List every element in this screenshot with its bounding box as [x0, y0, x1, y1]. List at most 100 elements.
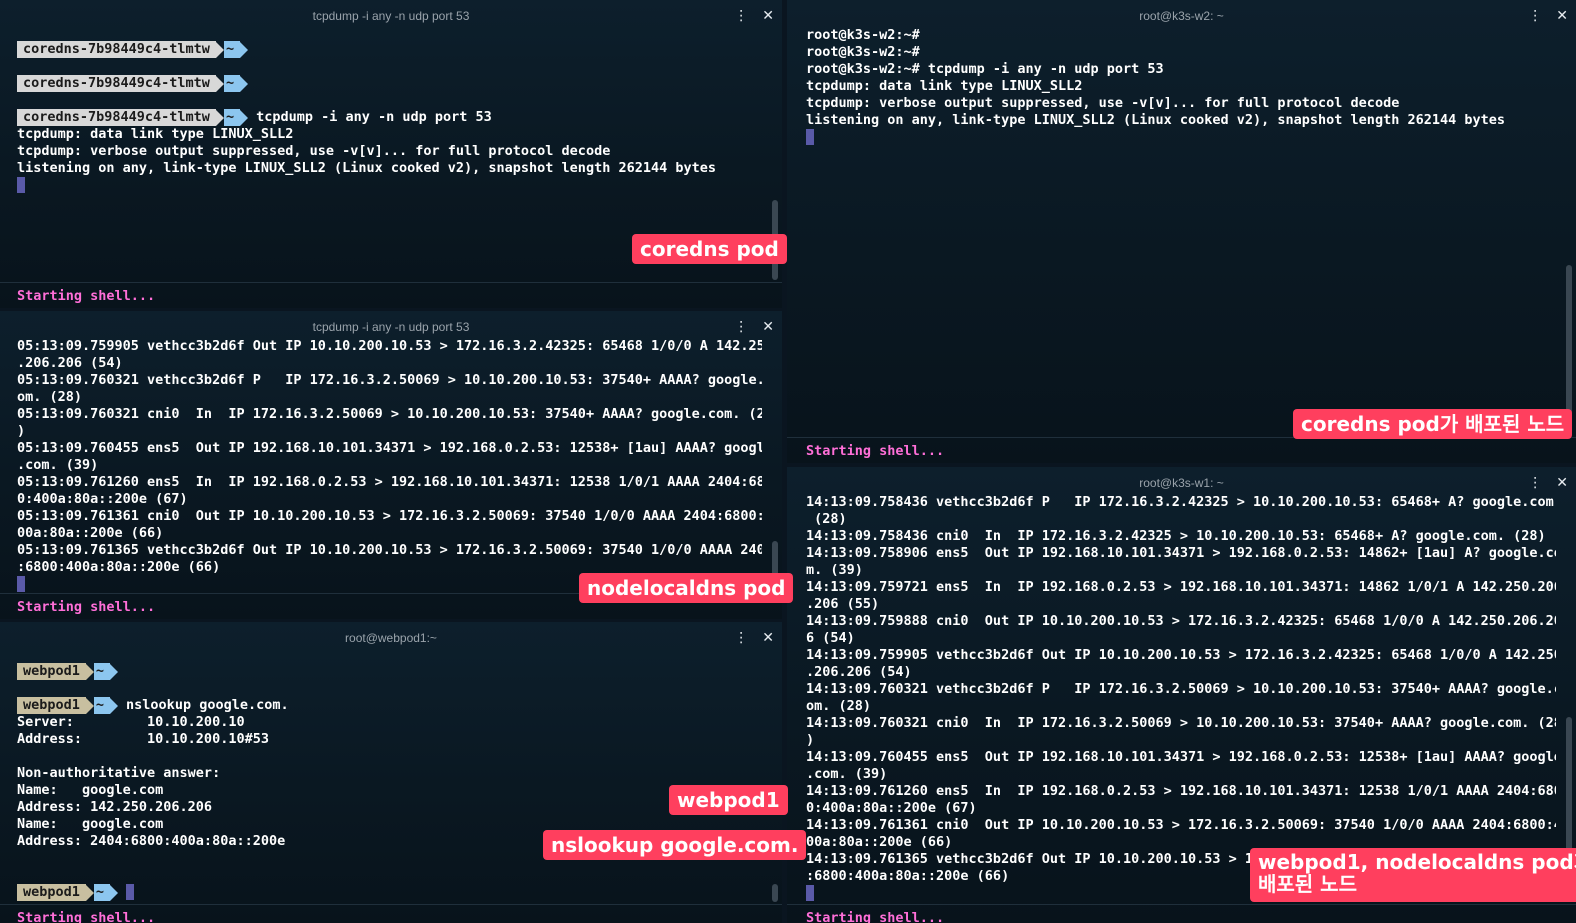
output-line: .206.206 (54): [17, 355, 123, 371]
pane-titlebar: tcpdump -i any -n udp port 53 ⋮ ✕: [0, 0, 782, 32]
close-icon[interactable]: ✕: [762, 0, 774, 32]
output-line: Name: google.com: [17, 782, 164, 798]
output-line: 00a:80a::200e (66): [17, 525, 164, 541]
output-line: .com. (39): [806, 766, 888, 782]
annotation-nodelocaldns-pod: nodelocaldns pod: [579, 573, 794, 603]
output-line: root@k3s-w2:~#: [806, 27, 920, 43]
output-line: Address: 10.10.200.10#53: [17, 731, 269, 747]
prompt-separator-icon: [240, 41, 249, 58]
output-line: tcpdump: data link type LINUX_SLL2: [806, 78, 1083, 94]
annotation-nslookup: nslookup google.com.: [543, 830, 807, 860]
prompt-host: coredns-7b98449c4-tlmtw: [17, 41, 216, 58]
pane-k3s-w2[interactable]: root@k3s-w2: ~ ⋮ ✕ root@k3s-w2:~# root@k…: [787, 0, 1576, 463]
output-line: listening on any, link-type LINUX_SLL2 (…: [17, 160, 716, 176]
prompt-separator-icon: [215, 75, 224, 92]
prompt-host: webpod1: [17, 697, 86, 714]
output-line: 14:13:09.759721 ens5 In IP 192.168.0.2.5…: [806, 579, 1556, 595]
text-cursor: [806, 129, 814, 145]
shell-prompt: coredns-7b98449c4-tlmtw ~ tcpdump -i any -…: [17, 109, 762, 126]
output-line: om. (28): [17, 389, 83, 405]
output-line: 05:13:09.760455 ens5 Out IP 192.168.10.1…: [17, 440, 762, 456]
terminal-output[interactable]: 14:13:09.758436 vethcc3b2d6f P IP 172.16…: [806, 494, 1556, 902]
text-cursor: [17, 576, 25, 592]
output-line: Address: 142.250.206.206: [17, 799, 213, 815]
annotation-coredns-node: coredns pod가 배포된 노드: [1293, 409, 1573, 439]
prompt-separator-icon: [110, 884, 119, 901]
output-line: 14:13:09.758436 cni0 In IP 172.16.3.2.42…: [806, 528, 1546, 544]
status-footer: Starting shell...: [787, 904, 1576, 923]
output-line: .com. (39): [17, 457, 99, 473]
output-line: ): [806, 732, 815, 748]
prompt-host: coredns-7b98449c4-tlmtw: [17, 109, 216, 126]
prompt-separator-icon: [240, 109, 249, 126]
output-line: ): [17, 423, 26, 439]
status-footer: Starting shell...: [0, 282, 782, 308]
annotation-coredns-pod: coredns pod: [632, 234, 787, 264]
terminal-output[interactable]: 05:13:09.759905 vethcc3b2d6f Out IP 10.1…: [17, 338, 762, 593]
prompt-dir: ~: [223, 41, 241, 58]
prompt-separator-icon: [215, 41, 224, 58]
output-line: Server: 10.10.200.10: [17, 714, 245, 730]
menu-icon[interactable]: ⋮: [734, 0, 748, 32]
text-cursor: [126, 884, 135, 900]
typed-command: tcpdump -i any -n udp port 53: [256, 109, 492, 125]
output-line: tcpdump: verbose output suppressed, use …: [17, 143, 611, 159]
terminal-output[interactable]: webpod1 ~ webpod1 ~ nslookup google.com. Se…: [17, 663, 762, 901]
shell-prompt: webpod1 ~: [17, 663, 762, 680]
prompt-dir: ~: [93, 884, 111, 901]
output-line: 0:400a:80a::200e (67): [806, 800, 977, 816]
output-line: 14:13:09.758906 ens5 Out IP 192.168.10.1…: [806, 545, 1556, 561]
status-footer: Starting shell...: [787, 437, 1576, 463]
annotation-webpod-node: webpod1, nodelocaldns pod가 배포된 노드: [1250, 848, 1576, 902]
prompt-host: coredns-7b98449c4-tlmtw: [17, 75, 216, 92]
prompt-separator-icon: [110, 697, 119, 714]
output-line: root@k3s-w2:~# tcpdump -i any -n udp por…: [806, 61, 1164, 77]
shell-prompt: webpod1 ~: [17, 884, 762, 901]
output-line: 05:13:09.759905 vethcc3b2d6f Out IP 10.1…: [17, 338, 762, 354]
output-line: 14:13:09.760321 vethcc3b2d6f P IP 172.16…: [806, 681, 1556, 697]
output-line: listening on any, link-type LINUX_SLL2 (…: [806, 112, 1505, 128]
prompt-separator-icon: [240, 75, 249, 92]
prompt-host: webpod1: [17, 884, 86, 901]
output-line: 14:13:09.761260 ens5 In IP 192.168.0.2.5…: [806, 783, 1556, 799]
prompt-separator-icon: [215, 109, 224, 126]
pane-title: root@k3s-w1: ~: [1139, 476, 1224, 490]
prompt-separator-icon: [85, 884, 94, 901]
output-line: tcpdump: verbose output suppressed, use …: [806, 95, 1400, 111]
pane-title: tcpdump -i any -n udp port 53: [312, 320, 470, 334]
prompt-dir: ~: [223, 109, 241, 126]
pane-titlebar: root@webpod1:~ ⋮ ✕: [0, 622, 782, 654]
pane-webpod1[interactable]: root@webpod1:~ ⋮ ✕ webpod1 ~ webpod1 ~ nslo…: [0, 622, 782, 923]
shell-prompt: coredns-7b98449c4-tlmtw ~: [17, 41, 762, 58]
close-icon[interactable]: ✕: [1556, 467, 1568, 499]
text-cursor: [17, 177, 25, 193]
output-line: 05:13:09.761260 ens5 In IP 192.168.0.2.5…: [17, 474, 762, 490]
output-line: tcpdump: data link type LINUX_SLL2: [17, 126, 294, 142]
typed-command: nslookup google.com.: [126, 697, 289, 713]
prompt-separator-icon: [110, 663, 119, 680]
output-line: 14:13:09.759905 vethcc3b2d6f Out IP 10.1…: [806, 647, 1556, 663]
terminal-output[interactable]: coredns-7b98449c4-tlmtw ~ coredns-7b98449…: [17, 41, 762, 194]
shell-prompt: coredns-7b98449c4-tlmtw ~: [17, 75, 762, 92]
prompt-dir: ~: [93, 697, 111, 714]
close-icon[interactable]: ✕: [762, 311, 774, 343]
close-icon[interactable]: ✕: [762, 622, 774, 654]
output-line: .206 (55): [806, 596, 880, 612]
close-icon[interactable]: ✕: [1556, 0, 1568, 32]
menu-icon[interactable]: ⋮: [734, 622, 748, 654]
terminal-output[interactable]: root@k3s-w2:~# root@k3s-w2:~# root@k3s-w…: [806, 27, 1556, 146]
scrollbar[interactable]: [772, 884, 778, 902]
output-line: root@k3s-w2:~#: [806, 44, 920, 60]
prompt-dir: ~: [223, 75, 241, 92]
output-line: 14:13:09.761361 cni0 Out IP 10.10.200.10…: [806, 817, 1556, 833]
pane-title: root@webpod1:~: [345, 631, 437, 645]
output-line: 14:13:09.760455 ens5 Out IP 192.168.10.1…: [806, 749, 1556, 765]
output-line: 14:13:09.759888 cni0 Out IP 10.10.200.10…: [806, 613, 1556, 629]
output-line: 14:13:09.760321 cni0 In IP 172.16.3.2.50…: [806, 715, 1556, 731]
output-line: 05:13:09.760321 cni0 In IP 172.16.3.2.50…: [17, 406, 762, 422]
output-line: .206.206 (54): [806, 664, 912, 680]
output-line: m. (39): [806, 562, 863, 578]
output-line: Non-authoritative answer:: [17, 765, 221, 781]
output-line: 0:400a:80a::200e (67): [17, 491, 188, 507]
